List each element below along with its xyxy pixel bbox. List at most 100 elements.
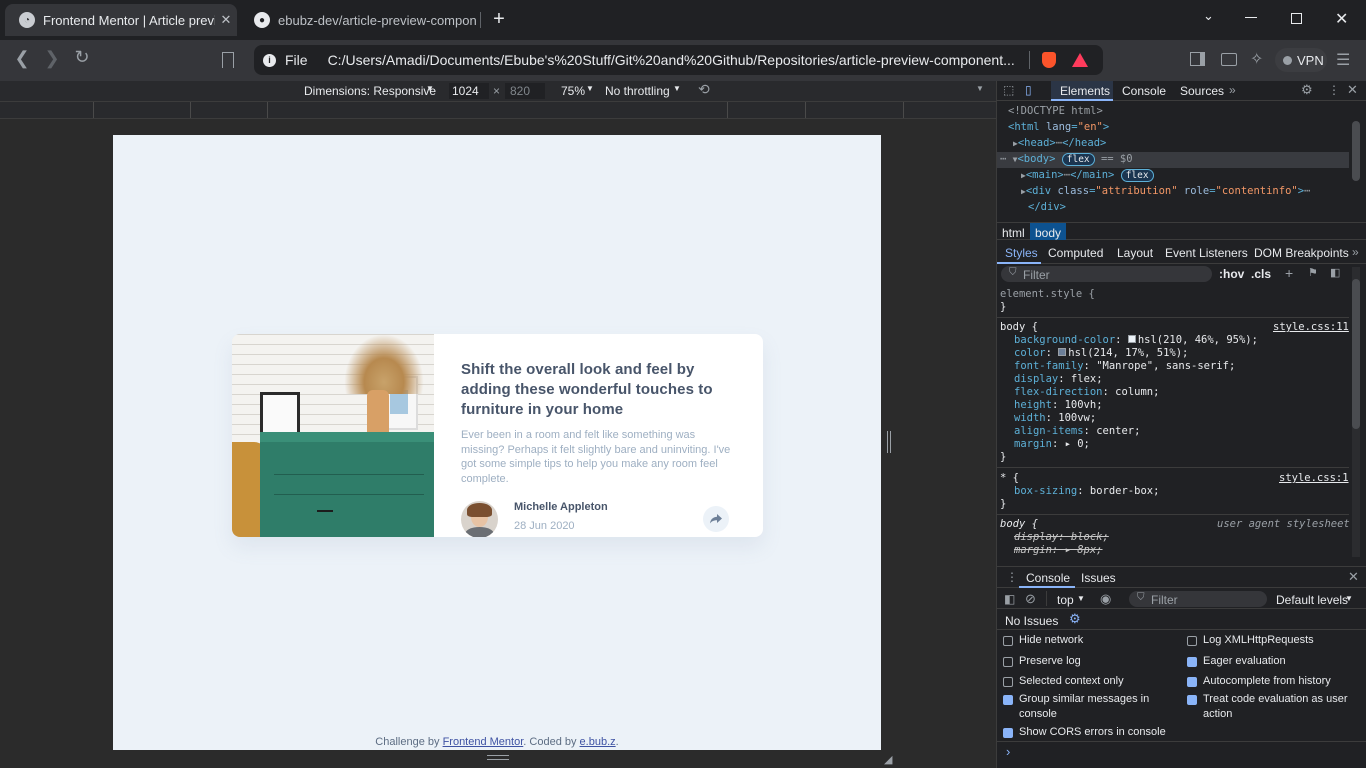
color-swatch[interactable] bbox=[1058, 348, 1067, 356]
console-option[interactable]: Treat code evaluation as user action bbox=[1187, 692, 1362, 722]
right-resize-handle[interactable] bbox=[887, 431, 891, 453]
clear-console-icon[interactable]: ⊘ bbox=[1025, 591, 1036, 607]
kebab-menu-icon[interactable]: ⋮ bbox=[1328, 83, 1340, 97]
author-link[interactable]: e.bub.z bbox=[580, 736, 616, 748]
omnibox[interactable]: i File C:/Users/Amadi/Documents/Ebube's%… bbox=[254, 45, 1103, 75]
console-option[interactable]: Log XMLHttpRequests bbox=[1187, 633, 1362, 648]
paint-icon[interactable]: ⚑ bbox=[1308, 266, 1318, 279]
live-expression-eye-icon[interactable]: ◉ bbox=[1100, 591, 1111, 607]
console-sidebar-icon[interactable]: ◧ bbox=[1004, 592, 1015, 606]
url-text[interactable]: C:/Users/Amadi/Documents/Ebube's%20Stuff… bbox=[328, 52, 1018, 68]
brave-rewards-icon[interactable] bbox=[1071, 53, 1088, 67]
reload-icon[interactable]: ↻ bbox=[72, 47, 92, 68]
bookmark-icon[interactable] bbox=[222, 52, 234, 68]
drawer-menu-icon[interactable]: ⋮ bbox=[1006, 570, 1018, 584]
css-property[interactable]: width: 100vw; bbox=[1014, 412, 1258, 425]
tab-search-chevron-icon[interactable]: ⌄ bbox=[1203, 8, 1214, 24]
console-option[interactable]: Eager evaluation bbox=[1187, 654, 1362, 669]
console-option[interactable]: Group similar messages in console bbox=[1003, 692, 1183, 722]
log-levels-select[interactable]: Default levels bbox=[1276, 593, 1348, 607]
checkbox[interactable] bbox=[1003, 677, 1013, 687]
no-issues-label[interactable]: No Issues bbox=[1005, 614, 1058, 628]
menu-icon[interactable]: ☰ bbox=[1336, 50, 1350, 70]
console-option[interactable]: Preserve log bbox=[1003, 654, 1183, 669]
console-option[interactable]: Hide network bbox=[1003, 633, 1183, 648]
width-input[interactable]: 1024 bbox=[449, 83, 489, 99]
rotate-icon[interactable]: ⟲ bbox=[698, 81, 710, 98]
css-property[interactable]: display: flex; bbox=[1014, 373, 1258, 386]
tab-elements[interactable]: Elements bbox=[1060, 84, 1110, 98]
star-rule-source[interactable]: style.css:1 bbox=[1279, 472, 1349, 484]
frontend-mentor-link[interactable]: Frontend Mentor bbox=[443, 736, 524, 748]
css-property[interactable]: flex-direction: column; bbox=[1014, 386, 1258, 399]
leo-ai-icon[interactable]: ✧ bbox=[1250, 49, 1263, 69]
subtab-styles[interactable]: Styles bbox=[1005, 246, 1038, 260]
css-property[interactable]: background-color: hsl(210, 46%, 95%); bbox=[1014, 334, 1258, 347]
inspect-element-icon[interactable]: ⬚ bbox=[1003, 83, 1014, 97]
new-rule-icon[interactable]: + bbox=[1285, 265, 1293, 281]
cls-toggle[interactable]: .cls bbox=[1251, 267, 1271, 281]
console-filter[interactable]: ⛉ Filter bbox=[1129, 591, 1267, 607]
checkbox[interactable] bbox=[1187, 677, 1197, 687]
tab-frontend-mentor[interactable]: ◔ Frontend Mentor | Article previ ✕ bbox=[5, 4, 237, 36]
console-option[interactable]: Show CORS errors in console bbox=[1003, 725, 1183, 740]
info-icon[interactable]: i bbox=[263, 53, 276, 67]
throttling-select[interactable]: No throttling bbox=[605, 84, 670, 98]
body-node[interactable]: ⋯ ▼<body> flex == $0 bbox=[1000, 153, 1133, 166]
dimensions-select[interactable]: Dimensions: Responsive bbox=[304, 84, 436, 98]
styles-filter[interactable]: ⛉ Filter bbox=[1001, 266, 1212, 282]
zoom-select[interactable]: 75% bbox=[561, 84, 585, 98]
drawer-tab-console[interactable]: Console bbox=[1026, 571, 1070, 585]
html-node[interactable]: <html lang="en"> bbox=[1008, 121, 1109, 133]
star-property[interactable]: box-sizing: border-box; bbox=[1014, 485, 1159, 497]
checkbox[interactable] bbox=[1003, 695, 1013, 705]
body-rule-selector[interactable]: body { bbox=[1000, 321, 1038, 333]
console-prompt[interactable]: › bbox=[1006, 744, 1010, 759]
tab-github-repo[interactable]: ● ebubz-dev/article-preview-compon bbox=[240, 4, 480, 36]
checkbox[interactable] bbox=[1187, 636, 1197, 646]
console-settings-gear-icon[interactable]: ⚙ bbox=[1069, 611, 1081, 627]
close-tab-icon[interactable]: ✕ bbox=[215, 12, 237, 28]
close-devtools-icon[interactable]: ✕ bbox=[1347, 82, 1358, 98]
css-property[interactable]: font-family: "Manrope", sans-serif; bbox=[1014, 360, 1258, 373]
console-option[interactable]: Selected context only bbox=[1003, 674, 1183, 689]
drawer-tab-issues[interactable]: Issues bbox=[1081, 571, 1116, 585]
subtab-layout[interactable]: Layout bbox=[1117, 246, 1153, 260]
checkbox[interactable] bbox=[1003, 636, 1013, 646]
head-node[interactable]: ▶<head>⋯</head> bbox=[1013, 137, 1106, 149]
new-tab-button[interactable]: + bbox=[488, 8, 510, 30]
body-rule-source[interactable]: style.css:11 bbox=[1273, 321, 1349, 333]
checkbox[interactable] bbox=[1187, 657, 1197, 667]
vpn-button[interactable]: VPN bbox=[1275, 48, 1327, 72]
device-toolbar-icon[interactable]: ▯ bbox=[1025, 83, 1032, 97]
close-drawer-icon[interactable]: ✕ bbox=[1348, 569, 1359, 585]
tab-sources[interactable]: Sources bbox=[1180, 84, 1224, 98]
checkbox[interactable] bbox=[1003, 657, 1013, 667]
context-select[interactable]: top bbox=[1057, 593, 1074, 607]
media-query-ruler[interactable] bbox=[0, 101, 996, 119]
styles-scrollbar[interactable] bbox=[1352, 279, 1360, 429]
more-subtabs-icon[interactable]: » bbox=[1352, 245, 1359, 259]
css-property[interactable]: height: 100vh; bbox=[1014, 399, 1258, 412]
corner-resize-handle[interactable]: ◢ bbox=[884, 753, 892, 766]
settings-gear-icon[interactable]: ⚙ bbox=[1301, 82, 1313, 98]
dom-scrollbar[interactable] bbox=[1352, 121, 1360, 181]
hov-toggle[interactable]: :hov bbox=[1219, 267, 1244, 281]
color-swatch[interactable] bbox=[1127, 335, 1136, 343]
console-option[interactable]: Autocomplete from history bbox=[1187, 674, 1362, 689]
back-icon[interactable]: ❮ bbox=[12, 48, 32, 69]
checkbox[interactable] bbox=[1003, 728, 1013, 738]
css-property[interactable]: color: hsl(214, 17%, 51%); bbox=[1014, 347, 1258, 360]
css-property[interactable]: margin: ▸ 0; bbox=[1014, 438, 1258, 451]
toggle-sidebar-icon[interactable]: ◧ bbox=[1330, 266, 1340, 279]
subtab-dom-breakpoints[interactable]: DOM Breakpoints bbox=[1254, 246, 1349, 260]
forward-icon[interactable]: ❯ bbox=[42, 48, 62, 69]
checkbox[interactable] bbox=[1187, 695, 1197, 705]
close-window-button[interactable]: ✕ bbox=[1335, 9, 1348, 29]
subtab-computed[interactable]: Computed bbox=[1048, 246, 1103, 260]
more-options-icon[interactable]: ▼ bbox=[976, 84, 984, 93]
tab-console[interactable]: Console bbox=[1122, 84, 1166, 98]
minimize-button[interactable] bbox=[1245, 17, 1257, 18]
restore-button[interactable] bbox=[1291, 13, 1302, 24]
share-button[interactable] bbox=[703, 506, 729, 532]
